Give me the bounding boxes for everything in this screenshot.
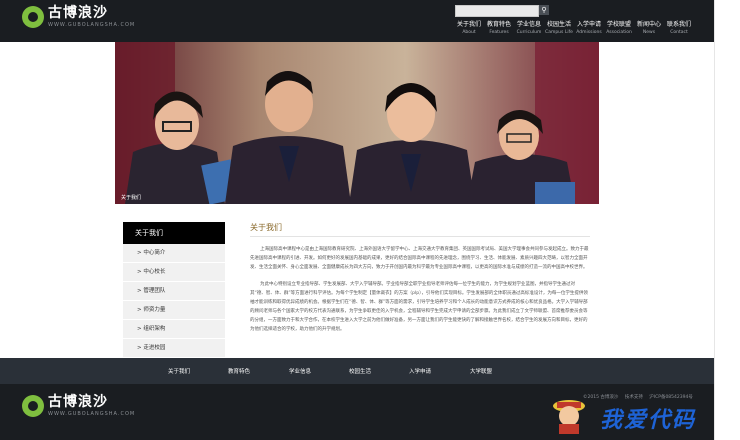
footer-logo[interactable]: 古博浪沙 WWW.GUBOLANGSHA.COM — [22, 394, 135, 418]
nav-sublabel: Admissions — [576, 30, 602, 35]
footer-link-campus-life[interactable]: 校园生活 — [349, 367, 371, 375]
sidebar-item-management[interactable]: > 管理团队 — [123, 282, 225, 301]
nav-item-curriculum[interactable]: 学业信息 Curriculum — [514, 21, 544, 36]
nav-sublabel: Features — [489, 30, 509, 35]
nav-item-features[interactable]: 教育特色 Features — [484, 21, 514, 36]
content-paragraph: 上海国际高中课程中心是由上海国际教育研究院、上海外国语大学留学中心、上海交通大学… — [250, 247, 589, 270]
sidebar-item-intro[interactable]: > 中心简介 — [123, 244, 225, 263]
nav-item-campus-life[interactable]: 校园生活 Campus Life — [544, 21, 574, 36]
nav-item-contact[interactable]: 联系我们 Contact — [664, 21, 694, 36]
sidebar-item-principal[interactable]: > 中心校长 — [123, 263, 225, 282]
nav-item-news[interactable]: 新闻中心 News — [634, 21, 664, 36]
main-nav: 关于我们 About 教育特色 Features 学业信息 Curriculum 校园… — [454, 21, 694, 36]
main-content: 关于我们 上海国际高中课程中心是由上海国际教育研究院、上海外国语大学留学中心、上… — [250, 222, 590, 339]
copyright-text: ©2015 古博浪沙 — [583, 395, 619, 400]
sidebar-heading: 关于我们 — [123, 222, 225, 244]
nav-label: 学校联盟 — [606, 21, 631, 28]
nav-sublabel: About — [462, 30, 476, 35]
nav-sublabel: Association — [606, 30, 632, 35]
logo-text-en: WWW.GUBOLANGSHA.COM — [48, 22, 136, 28]
icp-number: 沪ICP备08542394号 — [649, 395, 693, 400]
search-icon: ⚲ — [541, 6, 547, 14]
footer-link-features[interactable]: 教育特色 — [228, 367, 250, 375]
logo-icon — [22, 6, 44, 28]
search-box — [455, 5, 542, 25]
footer-link-about[interactable]: 关于我们 — [168, 367, 190, 375]
nav-item-admissions[interactable]: 入学申请 Admissions — [574, 21, 604, 36]
watermark-character-icon — [551, 394, 587, 434]
watermark-text: 我爱代码 — [600, 408, 697, 433]
footer-link-curriculum[interactable]: 学业信息 — [289, 367, 311, 375]
site-header: 古博浪沙 WWW.GUBOLANGSHA.COM ⚲ 关于我们 About 教育特… — [0, 0, 714, 42]
site-logo[interactable]: 古博浪沙 WWW.GUBOLANGSHA.COM — [22, 5, 135, 29]
nav-label: 校园生活 — [546, 21, 571, 28]
nav-label: 新闻中心 — [636, 21, 661, 28]
nav-sublabel: Campus Life — [545, 30, 573, 35]
nav-item-association[interactable]: 学校联盟 Association — [604, 21, 634, 36]
nav-sublabel: News — [642, 30, 656, 35]
sidebar-item-organization[interactable]: > 组织架构 — [123, 320, 225, 339]
hero-banner-photo — [115, 42, 599, 204]
nav-label: 关于我们 — [456, 21, 481, 28]
content-title: 关于我们 — [250, 222, 590, 237]
logo-text-cn: 古博浪沙 — [48, 5, 108, 21]
logo-text-cn: 古博浪沙 — [48, 394, 108, 410]
nav-label: 教育特色 — [486, 21, 511, 28]
nav-item-about[interactable]: 关于我们 About — [454, 21, 484, 36]
content-paragraph: 为此中心特别设立专业指导部、学生发展部、大学入学辅导部。学业指导部全职学业指导老… — [250, 282, 588, 332]
logo-icon — [22, 395, 44, 417]
sidebar: 关于我们 > 中心简介 > 中心校长 > 管理团队 > 师资力量 > 组织架构 … — [123, 222, 225, 358]
sidebar-item-campus[interactable]: > 走进校园 — [123, 339, 225, 358]
footer-link-admissions[interactable]: 入学申请 — [409, 367, 431, 375]
nav-label: 学业信息 — [516, 21, 541, 28]
nav-sublabel: Curriculum — [516, 30, 542, 35]
logo-text-en: WWW.GUBOLANGSHA.COM — [48, 411, 136, 417]
nav-label: 入学申请 — [576, 21, 601, 28]
footer-nav: 关于我们 教育特色 学业信息 校园生活 入学申请 大学联盟 — [0, 358, 714, 384]
footer-info: ©2015 古博浪沙 技术支持 沪ICP备08542394号 — [583, 394, 698, 401]
nav-sublabel: Contact — [670, 30, 688, 35]
footer-link-alliance[interactable]: 大学联盟 — [470, 367, 492, 375]
hero-caption: 关于我们 — [121, 195, 142, 201]
sidebar-item-faculty[interactable]: > 师资力量 — [123, 301, 225, 320]
nav-label: 联系我们 — [666, 21, 691, 28]
tech-support-link[interactable]: 技术支持 — [625, 395, 643, 400]
page-right-margin — [714, 0, 740, 440]
search-button[interactable]: ⚲ — [539, 5, 549, 15]
